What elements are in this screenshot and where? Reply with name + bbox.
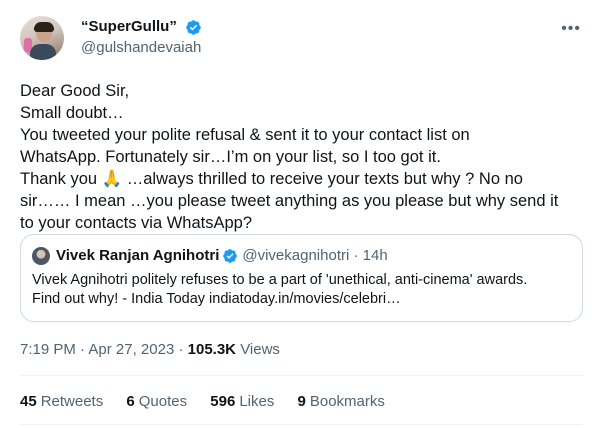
verified-badge-icon: [223, 249, 238, 263]
avatar-shirt: [30, 44, 56, 60]
tweet-meta: 7:19 PM · Apr 27, 2023 · 105.3K Views: [20, 340, 280, 360]
verified-badge-icon: [186, 19, 202, 35]
quoted-separator: ·: [353, 247, 359, 265]
quoted-author-avatar: [32, 247, 50, 266]
more-horizontal-icon[interactable]: •••: [561, 20, 581, 38]
tweet-text: Dear Good Sir, Small doubt… You tweeted …: [20, 82, 559, 232]
tweet-time[interactable]: 7:19 PM: [20, 341, 76, 358]
likes-stat[interactable]: 596 Likes: [210, 392, 274, 412]
retweets-stat[interactable]: 45 Retweets: [20, 392, 103, 412]
likes-label: Likes: [239, 393, 275, 410]
author-handle[interactable]: @gulshandevaiah: [81, 38, 202, 58]
author-display-name[interactable]: “SuperGullu”: [81, 18, 177, 36]
tweet-header: “SuperGullu” @gulshandevaiah •••: [20, 14, 583, 60]
quotes-count: 6: [126, 393, 135, 410]
bookmarks-label: Bookmarks: [309, 393, 385, 410]
bookmarks-stat[interactable]: 9 Bookmarks: [298, 392, 385, 412]
quoted-author-name: Vivek Ranjan Agnihotri: [56, 247, 220, 265]
divider: [20, 424, 583, 425]
quoted-tweet-text: Vivek Agnihotri politely refuses to be a…: [32, 272, 528, 307]
avatar-hair: [34, 22, 54, 32]
author-name-block: “SuperGullu” @gulshandevaiah: [81, 18, 202, 58]
meta-separator: ·: [178, 341, 184, 358]
bookmarks-count: 9: [297, 393, 306, 410]
tweet-date[interactable]: Apr 27, 2023: [88, 341, 174, 358]
divider: [20, 375, 583, 376]
quotes-stat[interactable]: 6 Quotes: [126, 392, 187, 412]
likes-count: 596: [210, 393, 236, 410]
quoted-timestamp: 14h: [362, 247, 388, 265]
views-label: Views: [240, 341, 280, 358]
engagement-stats: 45 Retweets 6 Quotes 596 Likes 9 Bookmarks: [20, 392, 404, 412]
quoted-tweet-header: Vivek Ranjan Agnihotri @vivekagnihotri ·…: [32, 247, 388, 266]
author-avatar[interactable]: [20, 16, 64, 60]
retweets-count: 45: [20, 393, 37, 410]
quoted-author-handle: @vivekagnihotri: [242, 247, 350, 265]
retweets-label: Retweets: [40, 393, 104, 410]
quoted-tweet[interactable]: Vivek Ranjan Agnihotri @vivekagnihotri ·…: [20, 234, 583, 322]
views-count: 105.3K: [187, 341, 237, 358]
meta-separator: ·: [80, 341, 86, 358]
quotes-label: Quotes: [138, 393, 188, 410]
